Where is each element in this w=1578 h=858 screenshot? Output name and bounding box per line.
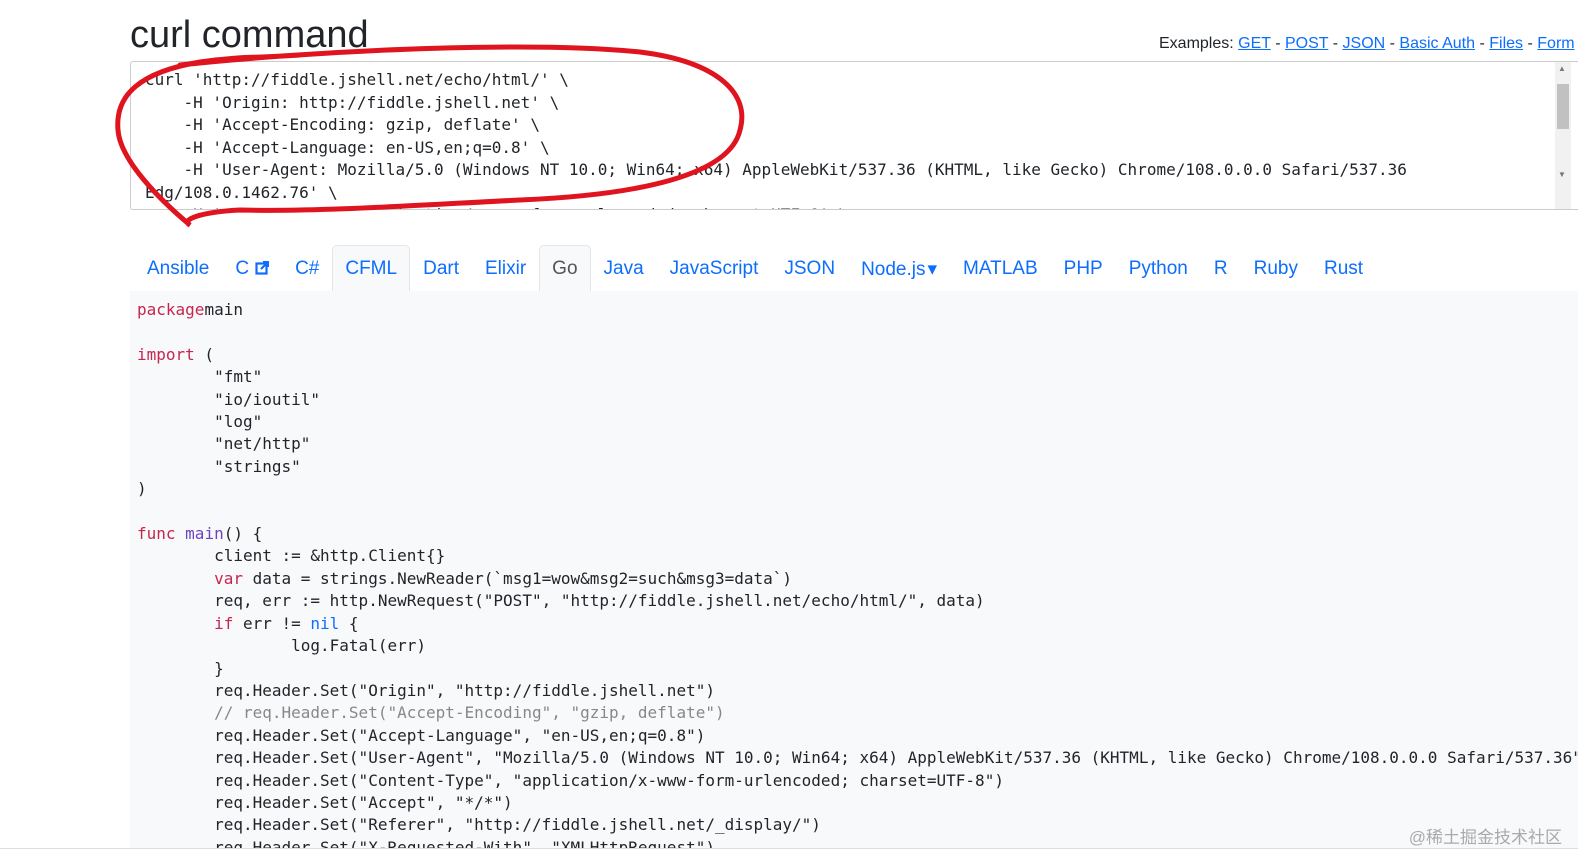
tab-dart[interactable]: Dart — [410, 245, 472, 292]
code-line: ) — [137, 479, 147, 499]
example-link-files[interactable]: Files — [1489, 35, 1523, 52]
tab-label: CFML — [345, 258, 398, 279]
curl-command-text[interactable]: curl 'http://fiddle.jshell.net/echo/html… — [131, 62, 1578, 209]
tab-ansible[interactable]: Ansible — [134, 245, 222, 292]
code-line: // req.Header.Set("Accept-Encoding", "gz… — [214, 703, 725, 723]
tab-r[interactable]: R — [1201, 245, 1241, 292]
tab-label: Node.js — [861, 259, 926, 280]
tab-rust[interactable]: Rust — [1311, 245, 1376, 292]
tab-label: Python — [1128, 258, 1188, 279]
code-line: "io/ioutil" — [137, 389, 321, 409]
code-line: req.Header.Set("Content-Type", "applicat… — [137, 770, 1004, 790]
tab-label: Java — [603, 258, 644, 279]
scrollbar-thumb[interactable] — [1557, 84, 1569, 129]
generated-code-block: packagemain import ( "fmt" "io/ioutil" "… — [130, 291, 1578, 857]
tab-java[interactable]: Java — [591, 245, 657, 292]
tab-label: Ansible — [147, 258, 210, 279]
code-line: req.Header.Set("Referer", "http://fiddle… — [137, 815, 821, 835]
tab-ruby[interactable]: Ruby — [1241, 245, 1311, 292]
tab-label: R — [1213, 258, 1228, 279]
separator: - — [1523, 35, 1533, 52]
separator: - — [1385, 35, 1395, 52]
tab-cfml[interactable]: CFML — [332, 245, 411, 292]
example-link-basic-auth[interactable]: Basic Auth — [1399, 35, 1475, 52]
tab-label: Dart — [423, 258, 459, 279]
language-tabs: Ansible C C# CFML Dart Elixir Go Java JavaScript… — [134, 245, 1376, 292]
watermark: @稀土掘金技术社区 — [1408, 828, 1562, 847]
tab-node-js[interactable]: Node.js ▾ — [848, 245, 950, 292]
curl-scrollbar[interactable]: ▲ ▼ — [1555, 62, 1571, 209]
tab-label: PHP — [1063, 258, 1103, 279]
tab-go[interactable]: Go — [539, 245, 591, 292]
caret-down-icon: ▾ — [927, 259, 938, 280]
code-line: packagemain — [137, 300, 243, 319]
tab-label: JSON — [784, 258, 836, 279]
example-link-get[interactable]: GET — [1238, 35, 1271, 52]
go-code: packagemain import ( "fmt" "io/ioutil" "… — [130, 291, 1578, 857]
code-line: req.Header.Set("Origin", "http://fiddle.… — [137, 680, 715, 700]
tab-json[interactable]: JSON — [771, 245, 848, 292]
example-link-form[interactable]: Form — [1537, 35, 1574, 52]
examples-bar: Examples: GET - POST - JSON - Basic Auth… — [1159, 35, 1575, 53]
separator: - — [1475, 35, 1485, 52]
code-line: "fmt" — [137, 367, 263, 387]
code-line: func main() { — [137, 524, 263, 544]
code-line: "log" — [137, 412, 263, 432]
curl-command-input[interactable]: curl 'http://fiddle.jshell.net/echo/html… — [130, 61, 1578, 210]
code-line: var data = strings.NewReader(`msg1=wow&m… — [214, 568, 793, 588]
page-title: curl command — [130, 14, 369, 56]
tab-label: Ruby — [1253, 258, 1298, 279]
tab-label: Go — [552, 258, 578, 279]
code-line: "net/http" — [137, 434, 311, 454]
code-line: req, err := http.NewRequest("POST", "htt… — [137, 591, 985, 611]
tab-elixir[interactable]: Elixir — [472, 245, 539, 292]
tab-label: Elixir — [485, 258, 527, 279]
tab-php[interactable]: PHP — [1051, 245, 1116, 292]
tab-label: MATLAB — [963, 258, 1038, 279]
external-link-icon — [249, 258, 270, 279]
tab-label: Rust — [1323, 258, 1364, 279]
tab-label: C — [235, 258, 250, 279]
code-line: "strings" — [137, 456, 301, 476]
code-line: req.Header.Set("User-Agent", "Mozilla/5.… — [137, 748, 1578, 768]
tab-label: JavaScript — [669, 258, 759, 279]
separator: - — [1270, 35, 1281, 52]
example-link-json[interactable]: JSON — [1343, 35, 1386, 52]
separator: - — [1328, 35, 1339, 52]
tab-c#[interactable]: C# — [282, 245, 332, 292]
tab-python[interactable]: Python — [1116, 245, 1201, 292]
code-line: } — [137, 658, 224, 678]
tab-c[interactable]: C — [222, 245, 282, 292]
example-link-post[interactable]: POST — [1285, 35, 1328, 52]
code-line: log.Fatal(err) — [137, 636, 426, 656]
scroll-down-icon[interactable]: ▼ — [1558, 170, 1566, 179]
tab-matlab[interactable]: MATLAB — [950, 245, 1051, 292]
code-line: req.Header.Set("Accept-Language", "en-US… — [137, 725, 706, 745]
tab-javascript[interactable]: JavaScript — [657, 245, 772, 292]
code-line: client := &http.Client{} — [137, 546, 446, 566]
scroll-up-icon[interactable]: ▲ — [1558, 64, 1566, 73]
code-line: req.Header.Set("Accept", "*/*") — [137, 792, 513, 812]
tab-label: C# — [295, 258, 320, 279]
examples-label: Examples: — [1159, 35, 1234, 52]
code-line: import ( — [137, 344, 215, 364]
code-line: if err != nil { — [214, 613, 359, 633]
